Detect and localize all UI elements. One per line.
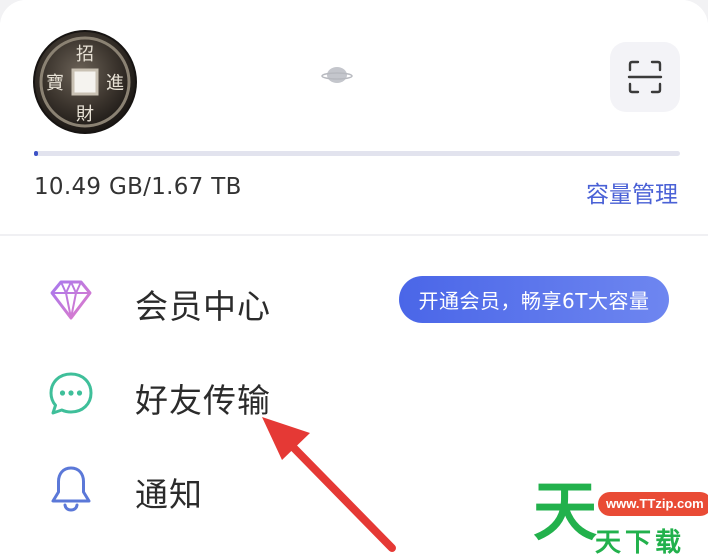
- profile-panel: 招 財 寶 進 10.49 GB/1.67 TB 容量管理 会员中心 开通会员，…: [0, 0, 708, 555]
- watermark-big-char: 天: [533, 476, 597, 550]
- bell-icon: [51, 466, 91, 512]
- coin-char-top: 招: [76, 44, 94, 65]
- chat-bubble-icon: [49, 372, 93, 415]
- planet-icon: [321, 67, 353, 83]
- watermark-logo: 天 www.TTzip.com 天下载: [533, 478, 708, 555]
- coin-char-left: 寶: [46, 73, 64, 94]
- watermark-url: www.TTzip.com: [598, 492, 708, 516]
- diamond-icon: [50, 280, 92, 320]
- menu-item-label: 会员中心: [135, 287, 271, 326]
- menu-item-label: 通知: [135, 475, 203, 514]
- menu-item-label: 好友传输: [135, 381, 271, 420]
- watermark-text: 天下载: [595, 528, 686, 555]
- manage-storage-link[interactable]: 容量管理: [586, 175, 678, 209]
- storage-progress-fill: [34, 151, 38, 156]
- scan-icon: [627, 60, 663, 94]
- coin-avatar-image: 招 財 寶 進: [35, 32, 135, 132]
- section-divider: [0, 234, 708, 236]
- storage-usage-text: 10.49 GB/1.67 TB: [34, 174, 242, 200]
- account-header: 招 財 寶 進 10.49 GB/1.67 TB 容量管理: [0, 0, 708, 234]
- menu-item-friend-transfer[interactable]: 好友传输: [0, 346, 708, 440]
- avatar[interactable]: 招 財 寶 進: [33, 30, 137, 134]
- storage-progress-bar: [34, 151, 680, 156]
- coin-char-bottom: 財: [76, 104, 94, 125]
- scan-button[interactable]: [610, 42, 680, 112]
- vip-promo-badge[interactable]: 开通会员，畅享6T大容量: [399, 276, 669, 323]
- coin-char-right: 進: [106, 73, 124, 94]
